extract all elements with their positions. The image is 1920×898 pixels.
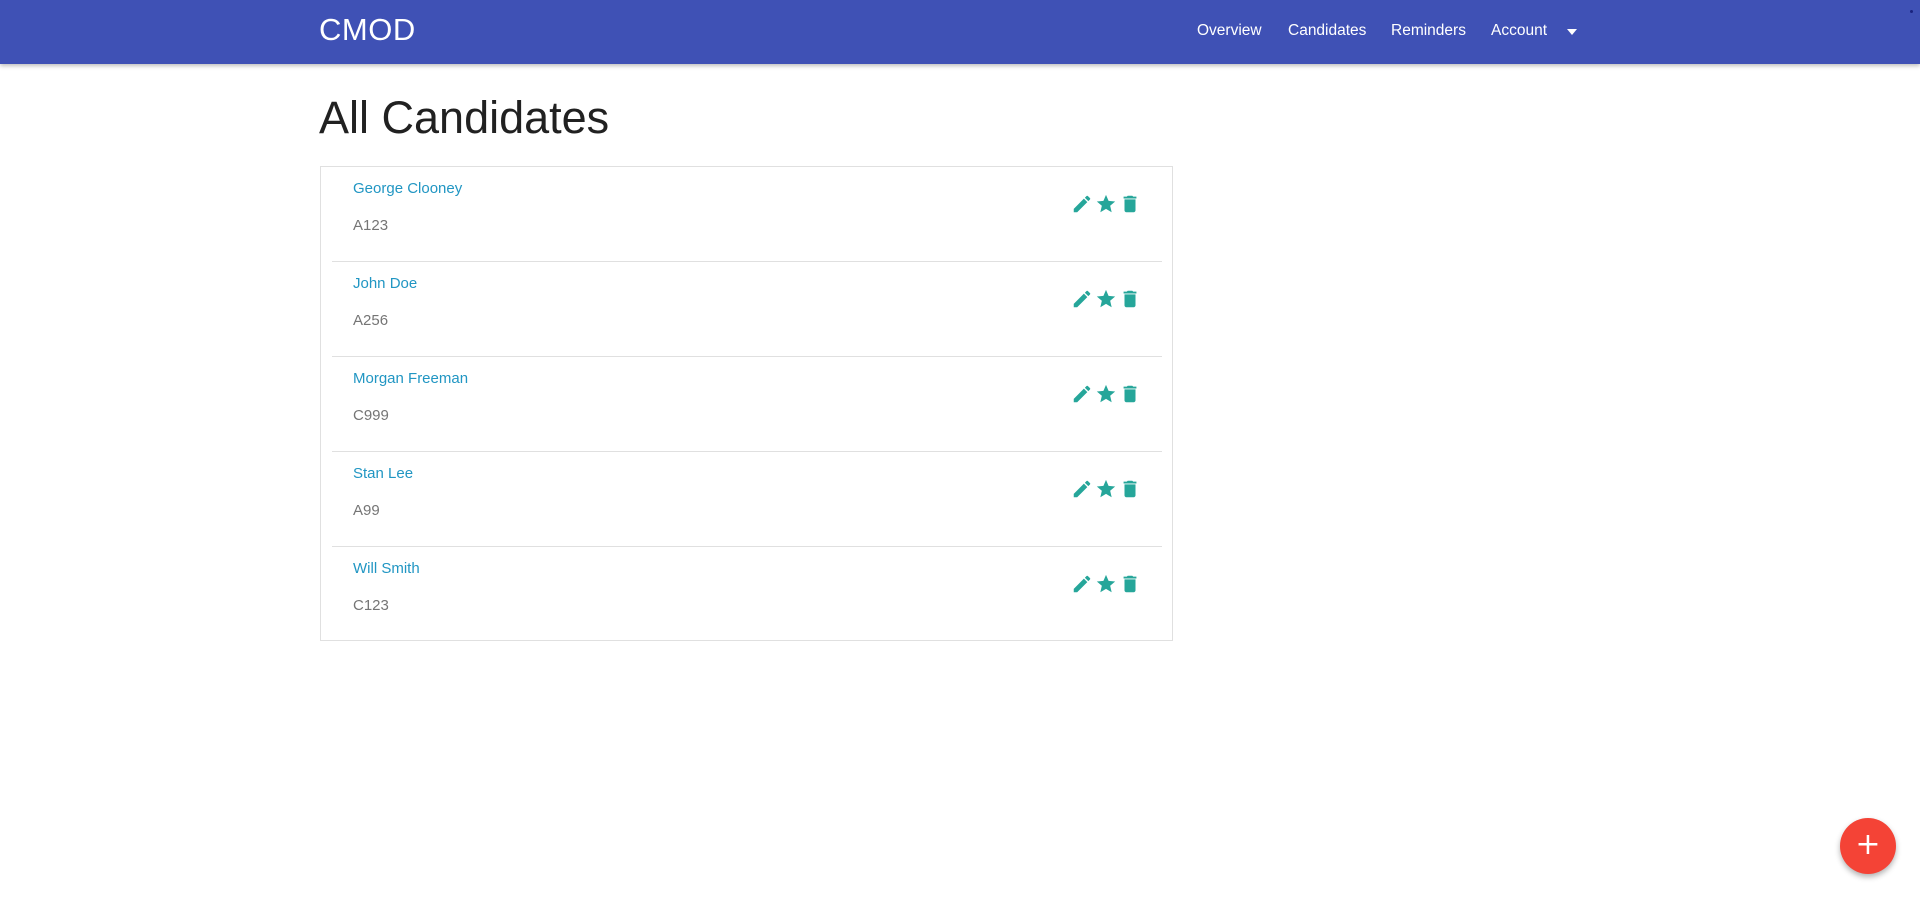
candidate-name-link[interactable]: Morgan Freeman [353, 370, 468, 387]
candidate-code: A123 [353, 217, 389, 234]
list-item: Stan Lee A99 [332, 452, 1162, 547]
row-actions [1071, 193, 1151, 217]
candidate-code: A256 [353, 312, 389, 329]
row-actions [1071, 573, 1151, 597]
top-navbar: CMOD Overview Candidates Reminders Accou… [0, 0, 1920, 64]
nav-item-account[interactable]: Account [1491, 22, 1547, 40]
candidate-code: C999 [353, 407, 389, 424]
corner-dot [1910, 10, 1913, 13]
brand-logo[interactable]: CMOD [319, 12, 416, 48]
candidate-code: C123 [353, 597, 389, 614]
star-icon[interactable] [1095, 288, 1117, 310]
star-icon[interactable] [1095, 193, 1117, 215]
row-actions [1071, 288, 1151, 312]
row-actions [1071, 478, 1151, 502]
page-title: All Candidates [319, 92, 610, 143]
star-icon[interactable] [1095, 573, 1117, 595]
list-item: Will Smith C123 [332, 547, 1162, 642]
candidate-name-link[interactable]: John Doe [353, 275, 417, 292]
caret-down-icon[interactable] [1567, 29, 1577, 35]
edit-icon[interactable] [1071, 478, 1093, 500]
edit-icon[interactable] [1071, 288, 1093, 310]
nav-item-reminders[interactable]: Reminders [1391, 22, 1466, 40]
list-item: George Clooney A123 [332, 167, 1162, 262]
candidate-name-link[interactable]: Stan Lee [353, 465, 413, 482]
list-item: John Doe A256 [332, 262, 1162, 357]
star-icon[interactable] [1095, 478, 1117, 500]
delete-icon[interactable] [1119, 383, 1141, 405]
nav-item-candidates[interactable]: Candidates [1288, 22, 1366, 40]
candidates-list: George Clooney A123 John Doe A256 Morgan… [320, 166, 1173, 641]
edit-icon[interactable] [1071, 193, 1093, 215]
add-candidate-button[interactable]: + [1840, 818, 1896, 874]
edit-icon[interactable] [1071, 573, 1093, 595]
delete-icon[interactable] [1119, 573, 1141, 595]
row-actions [1071, 383, 1151, 407]
candidate-name-link[interactable]: George Clooney [353, 180, 462, 197]
nav-item-overview[interactable]: Overview [1197, 22, 1262, 40]
add-icon: + [1855, 827, 1881, 862]
star-icon[interactable] [1095, 383, 1117, 405]
candidate-code: A99 [353, 502, 380, 519]
list-item: Morgan Freeman C999 [332, 357, 1162, 452]
delete-icon[interactable] [1119, 288, 1141, 310]
delete-icon[interactable] [1119, 193, 1141, 215]
delete-icon[interactable] [1119, 478, 1141, 500]
edit-icon[interactable] [1071, 383, 1093, 405]
candidate-name-link[interactable]: Will Smith [353, 560, 420, 577]
